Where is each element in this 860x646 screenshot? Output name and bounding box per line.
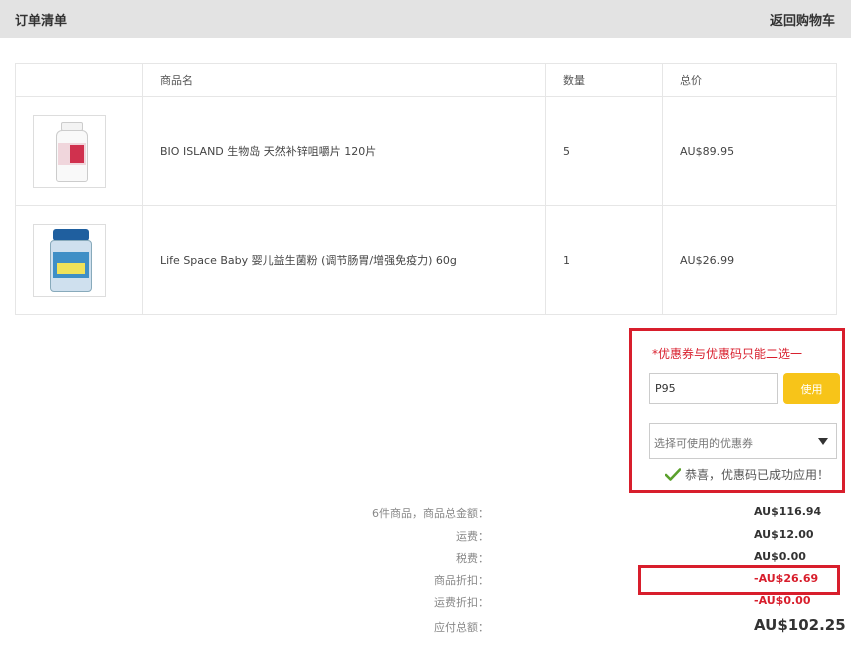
discount-highlight-box xyxy=(638,565,840,595)
coupon-highlight-box: *优惠券与优惠码只能二选一 使用 选择可使用的优惠券 恭喜，优惠码已成功应用！ xyxy=(629,328,845,493)
product-image-cell xyxy=(15,96,143,206)
summary-value: AU$116.94 xyxy=(754,505,822,518)
product-thumbnail-life-space[interactable] xyxy=(33,223,106,297)
summary-total-value: AU$102.25 xyxy=(754,616,846,634)
coupon-notice: *优惠券与优惠码只能二选一 xyxy=(652,347,803,361)
success-message-row: 恭喜，优惠码已成功应用！ xyxy=(664,466,830,484)
success-message: 恭喜，优惠码已成功应用！ xyxy=(685,468,830,482)
product-name: Life Space Baby 婴儿益生菌粉 (调节肠胃/增强免疫力) 60g xyxy=(142,205,546,315)
summary-label: 运费： xyxy=(456,530,489,543)
column-header-image xyxy=(15,63,143,97)
page-header: 订单清单 返回购物车 xyxy=(0,0,851,38)
product-total: AU$89.95 xyxy=(662,96,837,206)
coupon-select-placeholder: 选择可使用的优惠券 xyxy=(654,437,753,450)
product-name: BIO ISLAND 生物岛 天然补锌咀嚼片 120片 xyxy=(142,96,546,206)
use-code-button[interactable]: 使用 xyxy=(783,373,840,404)
product-image-cell xyxy=(15,205,143,315)
table-header-row: 商品名 数量 总价 xyxy=(15,63,837,97)
summary-value: AU$0.00 xyxy=(754,550,806,563)
summary-value: -AU$0.00 xyxy=(754,594,811,607)
table-row: BIO ISLAND 生物岛 天然补锌咀嚼片 120片 5 AU$89.95 xyxy=(15,96,837,206)
summary-value: AU$12.00 xyxy=(754,528,814,541)
column-header-qty: 数量 xyxy=(545,63,663,97)
product-thumbnail-bio-island[interactable] xyxy=(33,114,106,188)
product-total: AU$26.99 xyxy=(662,205,837,315)
summary-label: 运费折扣： xyxy=(434,596,489,609)
summary-label: 商品折扣： xyxy=(434,574,489,587)
check-icon xyxy=(664,467,682,484)
product-qty: 5 xyxy=(545,96,663,206)
coupon-select[interactable]: 选择可使用的优惠券 xyxy=(649,423,837,459)
back-to-cart-link[interactable]: 返回购物车 xyxy=(770,10,835,29)
column-header-name: 商品名 xyxy=(142,63,546,97)
summary-label: 6件商品，商品总金额： xyxy=(372,507,489,520)
order-table: 商品名 数量 总价 BIO ISLAND 生物岛 天然补锌咀嚼片 120片 5 … xyxy=(15,63,837,315)
promo-code-input[interactable] xyxy=(649,373,778,404)
table-row: Life Space Baby 婴儿益生菌粉 (调节肠胃/增强免疫力) 60g … xyxy=(15,205,837,315)
product-qty: 1 xyxy=(545,205,663,315)
summary-label: 应付总额： xyxy=(434,621,489,634)
column-header-total: 总价 xyxy=(662,63,837,97)
summary-label: 税费： xyxy=(456,552,489,565)
chevron-down-icon xyxy=(818,438,828,445)
page-title: 订单清单 xyxy=(15,14,68,29)
